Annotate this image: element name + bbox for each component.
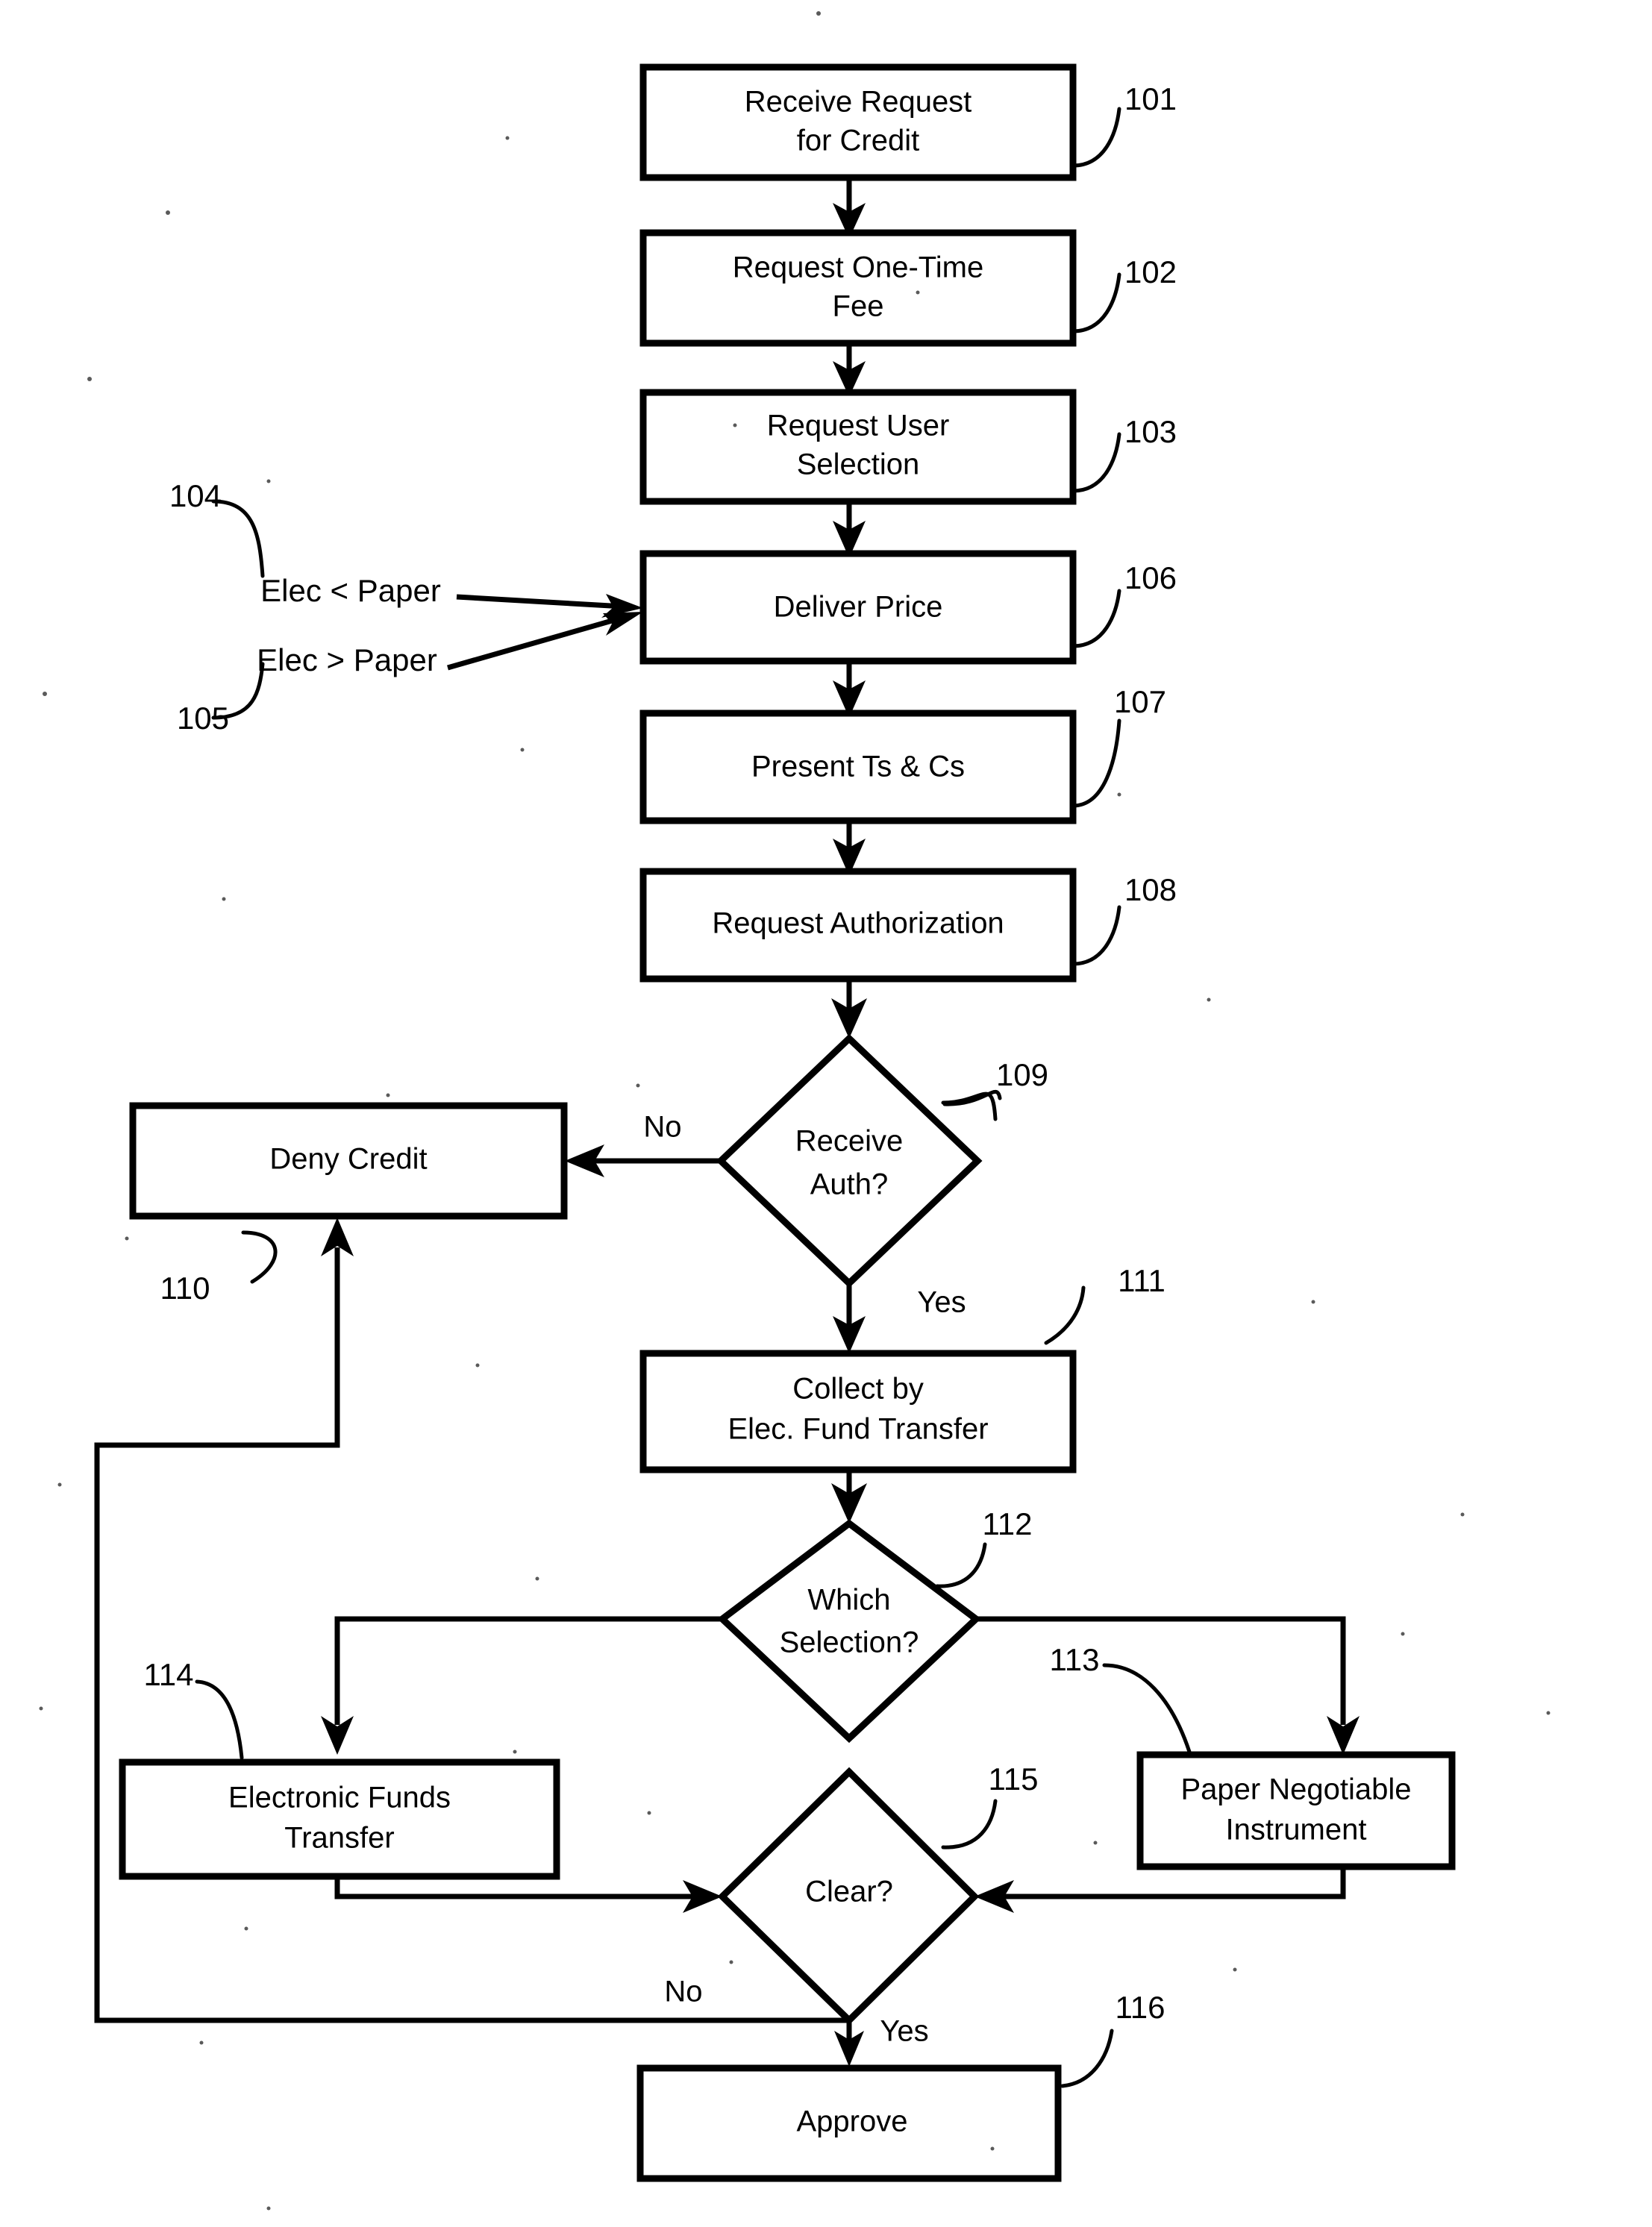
ref-numeral-110: 110	[160, 1271, 210, 1306]
edge-109-yes-to-111	[833, 1285, 866, 1353]
leader-110	[241, 1230, 278, 1284]
node-label-115-line1: Clear?	[805, 1876, 893, 1908]
edge-label-auth-yes: Yes	[917, 1286, 966, 1319]
ref-numeral-116: 116	[1116, 1990, 1166, 2025]
ref-numeral-102: 102	[1124, 254, 1177, 289]
node-label-107-line1: Present Ts & Cs	[751, 751, 965, 783]
node-request-one-time-fee[interactable]: Request One-Time Fee	[639, 229, 1077, 347]
node-label-113-line2: Instrument	[1226, 1814, 1367, 1847]
edge-label-clear-no: No	[664, 1976, 702, 2008]
node-paper-negotiable-instrument[interactable]: Paper Negotiable Instrument	[1136, 1751, 1456, 1870]
node-label-103-line2: Selection	[797, 448, 920, 481]
edge-105-to-106	[447, 612, 643, 671]
ref-numeral-113: 113	[1050, 1642, 1100, 1677]
leader-112	[935, 1542, 987, 1588]
leader-116	[1060, 2029, 1114, 2088]
node-label-114-line1: Electronic Funds	[228, 1782, 451, 1814]
edge-114-to-115	[334, 1876, 722, 1913]
node-label-102-line1: Request One-Time	[733, 251, 983, 284]
node-label-111-line1: Collect by	[792, 1373, 924, 1406]
edge-103-to-106	[833, 501, 866, 558]
edge-102-to-103	[833, 343, 866, 397]
edge-108-to-109	[831, 979, 867, 1039]
node-request-authorization[interactable]: Request Authorization	[639, 868, 1077, 983]
node-label-110-line1: Deny Credit	[269, 1143, 427, 1176]
node-collect-by-eft[interactable]: Collect by Elec. Fund Transfer	[639, 1350, 1077, 1473]
leader-101	[1071, 107, 1121, 168]
node-label-109-line2: Auth?	[810, 1168, 889, 1201]
leader-103	[1071, 432, 1121, 493]
node-label-103-line1: Request User	[767, 410, 950, 442]
edge-115-yes-to-116	[834, 2020, 864, 2067]
node-label-111-line2: Elec. Fund Transfer	[728, 1413, 988, 1446]
leader-106	[1071, 589, 1121, 648]
node-request-user-selection[interactable]: Request User Selection	[639, 389, 1077, 505]
ref-numeral-106: 106	[1124, 560, 1177, 595]
ref-numeral-111: 111	[1118, 1263, 1166, 1298]
node-electronic-funds-transfer[interactable]: Electronic Funds Transfer	[119, 1758, 560, 1880]
node-label-102-line2: Fee	[833, 290, 884, 323]
leader-111	[1044, 1285, 1086, 1345]
edge-109-no-to-110	[565, 1144, 722, 1177]
node-label-112-line2: Selection?	[780, 1626, 919, 1659]
patent-figure: Receive Request for Credit Request One-T…	[0, 0, 1652, 2227]
node-label-101-line2: for Credit	[797, 125, 920, 157]
node-label-114-line2: Transfer	[284, 1822, 394, 1855]
leader-114	[195, 1679, 244, 1760]
node-receive-request-for-credit[interactable]: Receive Request for Credit	[639, 63, 1077, 181]
node-label-108-line1: Request Authorization	[712, 907, 1004, 940]
leader-113	[1102, 1663, 1192, 1754]
node-approve[interactable]: Approve	[636, 2064, 1062, 2182]
node-receive-auth-decision[interactable]: Receive Auth?	[716, 1033, 983, 1288]
leader-109	[941, 1091, 998, 1121]
node-label-116-line1: Approve	[797, 2105, 908, 2138]
node-label-101-line1: Receive Request	[745, 86, 972, 119]
ref-numeral-115: 115	[989, 1761, 1039, 1797]
leader-102	[1071, 272, 1121, 333]
edge-label-auth-no: No	[643, 1111, 681, 1144]
node-which-selection-decision[interactable]: Which Selection?	[717, 1519, 981, 1744]
node-label-112-line1: Which	[807, 1584, 890, 1617]
ref-numeral-109: 109	[996, 1057, 1048, 1092]
leader-107	[1071, 718, 1121, 808]
ref-numeral-104: 104	[169, 478, 222, 513]
edge-113-to-115	[974, 1867, 1346, 1913]
node-deliver-price[interactable]: Deliver Price	[639, 550, 1077, 665]
flowchart-canvas: Receive Request for Credit Request One-T…	[39, 11, 1551, 2211]
edge-112-to-113	[976, 1616, 1360, 1755]
leader-115	[941, 1799, 998, 1849]
ref-numeral-107: 107	[1114, 684, 1166, 719]
edge-label-clear-yes: Yes	[880, 2015, 928, 2048]
condition-label-elec-lt-paper: Elec < Paper	[260, 573, 441, 608]
ref-numeral-105: 105	[177, 701, 229, 736]
condition-label-elec-gt-paper: Elec > Paper	[257, 642, 437, 677]
node-label-106-line1: Deliver Price	[774, 591, 943, 624]
edge-111-to-112	[831, 1470, 867, 1523]
edge-106-to-107	[833, 661, 866, 718]
node-clear-decision[interactable]: Clear?	[717, 1767, 980, 2026]
node-deny-credit[interactable]: Deny Credit	[129, 1102, 568, 1220]
edge-112-to-114	[321, 1616, 722, 1755]
ref-numeral-101: 101	[1124, 81, 1177, 116]
edge-107-to-108	[833, 821, 866, 876]
ref-numeral-103: 103	[1124, 414, 1177, 449]
node-present-ts-and-cs[interactable]: Present Ts & Cs	[639, 710, 1077, 824]
node-label-109-line1: Receive	[795, 1125, 904, 1158]
ref-numeral-114: 114	[144, 1657, 194, 1692]
ref-numeral-112: 112	[983, 1506, 1033, 1541]
leader-108	[1071, 905, 1121, 966]
node-label-113-line1: Paper Negotiable	[1180, 1773, 1411, 1806]
ref-numeral-108: 108	[1124, 872, 1177, 907]
